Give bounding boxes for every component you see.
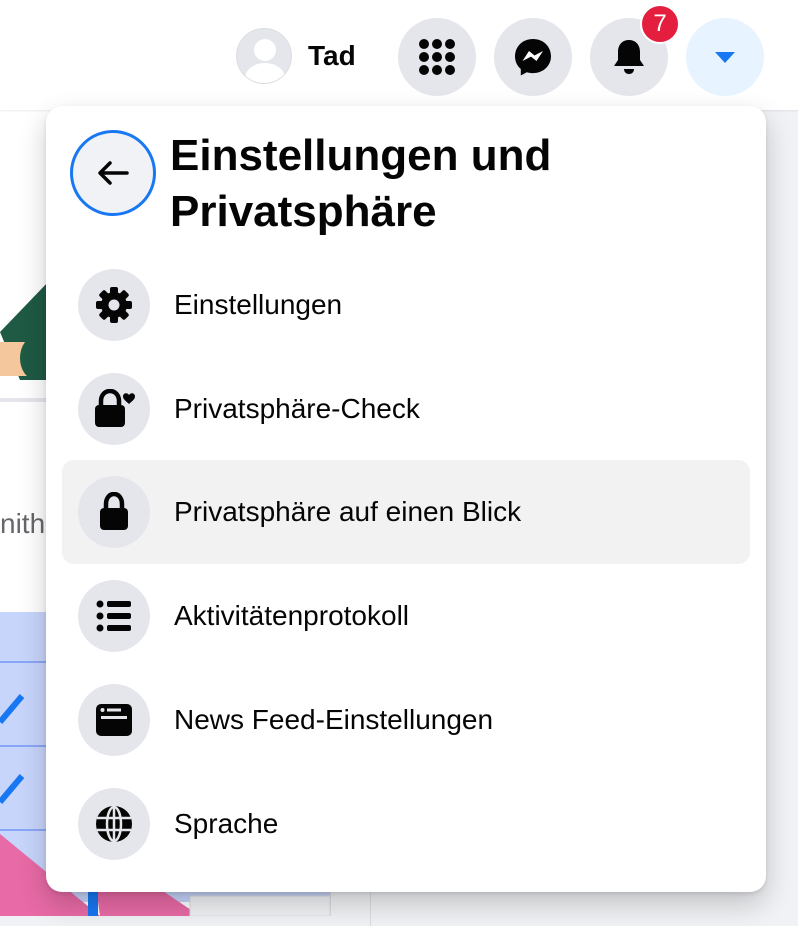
gear-icon xyxy=(96,287,132,323)
profile-shortcut[interactable]: Tad xyxy=(236,26,356,86)
news-feed-icon xyxy=(96,704,132,736)
menu-item-news-feed-einstellungen[interactable]: News Feed-Einstellungen xyxy=(62,668,750,772)
menu-item-label: Privatsphäre auf einen Blick xyxy=(174,496,522,527)
profile-name: Tad xyxy=(308,40,356,71)
menu-item-aktivitaetenprotokoll[interactable]: Aktivitätenprotokoll xyxy=(62,564,750,668)
menu-item-privatsphaere-auf-einen-blick[interactable]: Privatsphäre auf einen Blick xyxy=(62,460,750,564)
background-partial-text: nith xyxy=(0,508,46,539)
account-button[interactable] xyxy=(686,18,764,96)
menu-item-label: Einstellungen xyxy=(174,289,343,320)
menu-item-label: News Feed-Einstellungen xyxy=(174,704,494,735)
lock-icon xyxy=(100,492,128,530)
caret-down-icon xyxy=(715,52,735,63)
grid-dots-icon xyxy=(419,39,455,75)
menu-item-sprache[interactable]: Sprache xyxy=(62,772,750,876)
globe-icon xyxy=(96,805,132,843)
menu-item-label: Sprache xyxy=(174,808,279,839)
lock-heart-icon xyxy=(95,389,135,427)
panel-title: Einstellungen und Privatsphäre xyxy=(170,131,552,236)
arrow-left-icon xyxy=(98,161,129,185)
list-icon xyxy=(96,600,131,632)
bell-icon xyxy=(614,40,644,74)
menu-item-label: Privatsphäre-Check xyxy=(174,393,420,424)
settings-privacy-menu: Einstellungen und Privatsphäre Einstellu… xyxy=(46,106,766,892)
messenger-button[interactable] xyxy=(494,18,572,96)
menu-item-privatsphaere-check[interactable]: Privatsphäre-Check xyxy=(62,357,750,461)
avatar xyxy=(236,28,292,84)
menu-button[interactable] xyxy=(398,18,476,96)
menu-item-label: Aktivitätenprotokoll xyxy=(174,600,410,631)
menu-item-einstellungen[interactable]: Einstellungen xyxy=(62,253,750,357)
messenger-icon xyxy=(515,39,551,76)
notification-badge: 7 xyxy=(640,4,680,44)
page: nith Tad 7 Einstellungen und Privatsphär… xyxy=(0,0,798,926)
back-button[interactable] xyxy=(70,130,156,216)
